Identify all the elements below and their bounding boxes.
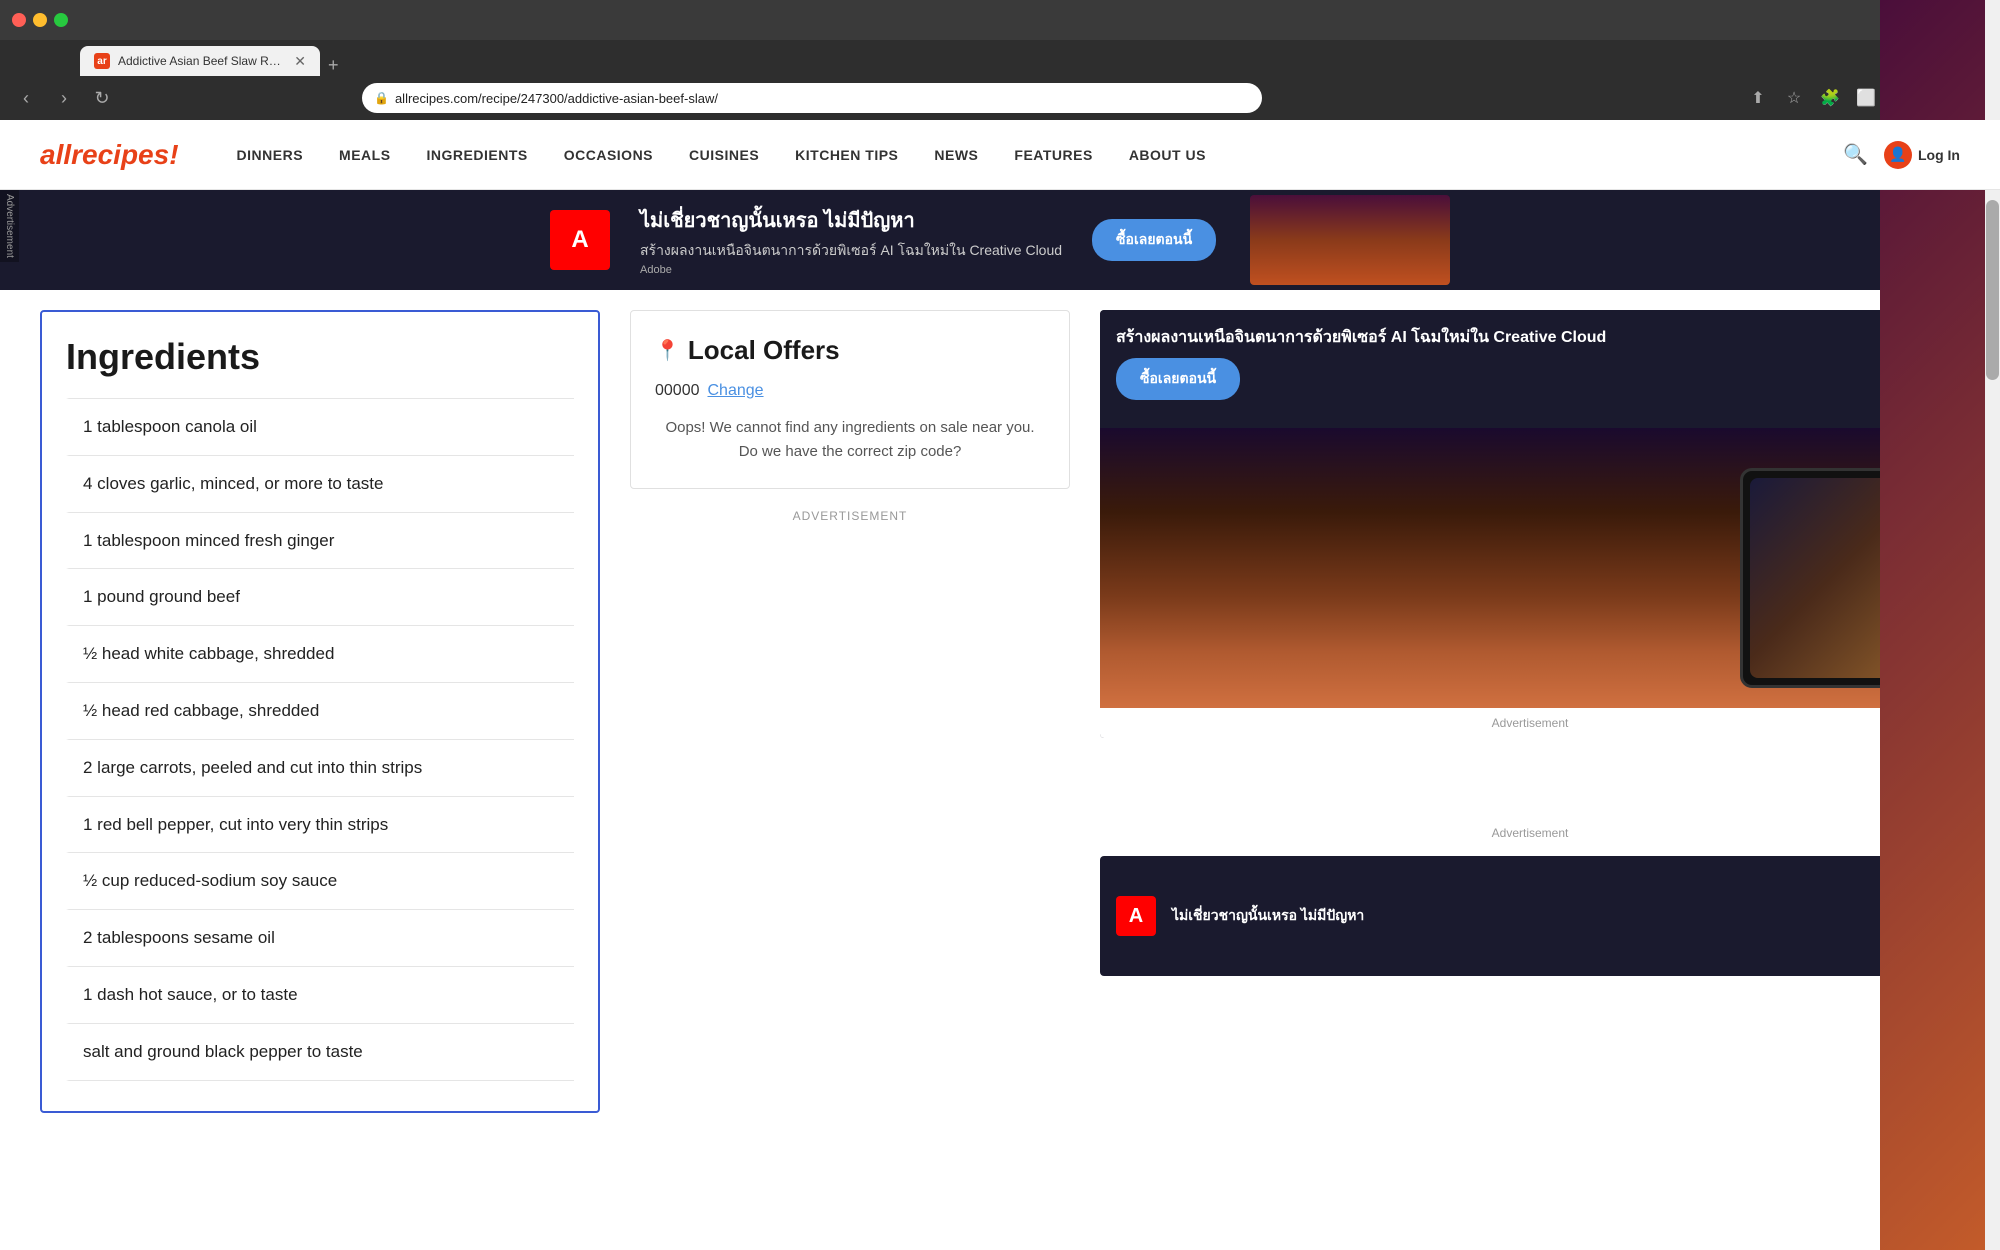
reload-button[interactable]: ↻ (88, 84, 116, 112)
right-ad2-label: Advertisement (1100, 818, 1960, 848)
right-ad-image (1100, 428, 1960, 708)
nav-news[interactable]: NEWS (916, 120, 996, 190)
login-button[interactable]: 👤 Log In (1884, 141, 1960, 169)
lock-icon: 🔒 (374, 91, 389, 105)
sidebar-button[interactable]: ⬜ (1852, 84, 1880, 112)
address-input[interactable]: 🔒 allrecipes.com/recipe/247300/addictive… (362, 83, 1262, 113)
nav-kitchen-tips[interactable]: KITCHEN TIPS (777, 120, 916, 190)
no-offers-text: Oops! We cannot find any ingredients on … (655, 416, 1045, 464)
scroll-thumb[interactable] (1986, 200, 1999, 380)
local-offers-title: Local Offers (688, 335, 840, 366)
right-ad2-image (1880, 856, 1960, 976)
active-tab[interactable]: ar Addictive Asian Beef Slaw Rec... ✕ (80, 46, 320, 76)
list-item: 2 large carrots, peeled and cut into thi… (66, 740, 574, 797)
nav-about-us[interactable]: ABOUT US (1111, 120, 1224, 190)
tab-title: Addictive Asian Beef Slaw Rec... (118, 54, 286, 68)
minimize-button[interactable] (33, 13, 47, 27)
header-actions: 🔍 👤 Log In (1843, 141, 1960, 169)
list-item: 2 tablespoons sesame oil (66, 910, 574, 967)
list-item: 1 tablespoon minced fresh ginger (66, 513, 574, 570)
tab-close-button[interactable]: ✕ (294, 53, 306, 70)
ad-text-main: ไม่เชี่ยวชาญนั้นเหรอ ไม่มีปัญหา (640, 204, 1062, 236)
list-item: salt and ground black pepper to taste (66, 1024, 574, 1081)
address-bar: ‹ › ↻ 🔒 allrecipes.com/recipe/247300/add… (0, 76, 2000, 120)
ad-portrait (1250, 195, 1450, 285)
ingredients-title: Ingredients (66, 336, 574, 378)
list-item: 1 red bell pepper, cut into very thin st… (66, 797, 574, 854)
right-ad2-logo: A (1116, 896, 1156, 936)
zip-change-link[interactable]: Change (708, 382, 764, 400)
ad-brand: Adobe (640, 264, 1062, 276)
ad-content: A ไม่เชี่ยวชาญนั้นเหรอ ไม่มีปัญหา สร้างผ… (550, 204, 1250, 276)
site-wrapper: allrecipes! DINNERS MEALS INGREDIENTS OC… (0, 120, 2000, 1133)
ad-image (1250, 195, 1450, 285)
right-ad-text: สร้างผลงานเหนือจินตนาการด้วยพิเซอร์ AI โ… (1116, 326, 1944, 350)
share-button[interactable]: ⬆ (1744, 84, 1772, 112)
list-item: 1 tablespoon canola oil (66, 398, 574, 456)
local-offers-box: 📍 Local Offers 00000 Change Oops! We can… (630, 310, 1070, 489)
ad-banner[interactable]: Advertisement A ไม่เชี่ยวชาญนั้นเหรอ ไม่… (0, 190, 2000, 290)
list-item: 4 cloves garlic, minced, or more to tast… (66, 456, 574, 513)
ad-cta-button[interactable]: ซื้อเลยตอนนี้ (1092, 219, 1216, 261)
maximize-button[interactable] (54, 13, 68, 27)
ingredient-list: 1 tablespoon canola oil 4 cloves garlic,… (66, 398, 574, 1081)
browser-chrome: ar Addictive Asian Beef Slaw Rec... ✕ + … (0, 0, 2000, 120)
nav-cuisines[interactable]: CUISINES (671, 120, 777, 190)
nav-ingredients[interactable]: INGREDIENTS (409, 120, 546, 190)
browser-titlebar (0, 0, 2000, 40)
nav-dinners[interactable]: DINNERS (219, 120, 322, 190)
zip-row: 00000 Change (655, 382, 1045, 400)
new-tab-button[interactable]: + (328, 55, 339, 76)
adobe-logo: A (550, 210, 610, 270)
site-logo[interactable]: allrecipes! (40, 139, 179, 171)
right-ad2-banner[interactable]: A ไม่เชี่ยวชาญนั้นเหรอ ไม่มีปัญหา (1100, 856, 1960, 976)
ingredients-section: Ingredients 1 tablespoon canola oil 4 cl… (40, 310, 600, 1113)
site-header: allrecipes! DINNERS MEALS INGREDIENTS OC… (0, 120, 2000, 190)
login-label: Log In (1918, 147, 1960, 163)
middle-column: 📍 Local Offers 00000 Change Oops! We can… (630, 310, 1070, 1113)
ad-label-left: Advertisement (0, 190, 19, 262)
extensions-button[interactable]: 🧩 (1816, 84, 1844, 112)
list-item: ½ cup reduced-sodium soy sauce (66, 853, 574, 910)
nav-features[interactable]: FEATURES (996, 120, 1110, 190)
right-ad2-content: A ไม่เชี่ยวชาญนั้นเหรอ ไม่มีปัญหา (1116, 896, 1944, 936)
address-text: allrecipes.com/recipe/247300/addictive-a… (395, 91, 1250, 106)
right-ad[interactable]: สร้างผลงานเหนือจินตนาการด้วยพิเซอร์ AI โ… (1100, 310, 1960, 738)
list-item: 1 pound ground beef (66, 569, 574, 626)
traffic-lights (12, 13, 68, 27)
main-content: Ingredients 1 tablespoon canola oil 4 cl… (0, 290, 2000, 1133)
ad-bottom-label: Advertisement (1100, 708, 1960, 738)
login-icon: 👤 (1884, 141, 1912, 169)
list-item: ½ head white cabbage, shredded (66, 626, 574, 683)
ad-text-sub: สร้างผลงานเหนือจินตนาการด้วยพิเซอร์ AI โ… (640, 240, 1062, 262)
right-ad-cta-button[interactable]: ซื้อเลยตอนนี้ (1116, 358, 1240, 400)
main-nav: DINNERS MEALS INGREDIENTS OCCASIONS CUIS… (219, 120, 1844, 190)
ad-text: ไม่เชี่ยวชาญนั้นเหรอ ไม่มีปัญหา สร้างผลง… (640, 204, 1062, 276)
nav-occasions[interactable]: OCCASIONS (546, 120, 671, 190)
tab-bar: ar Addictive Asian Beef Slaw Rec... ✕ + (0, 40, 2000, 76)
nav-meals[interactable]: MEALS (321, 120, 409, 190)
list-item: 1 dash hot sauce, or to taste (66, 967, 574, 1024)
left-column: Ingredients 1 tablespoon canola oil 4 cl… (40, 310, 600, 1113)
list-item: ½ head red cabbage, shredded (66, 683, 574, 740)
bookmark-button[interactable]: ☆ (1780, 84, 1808, 112)
back-button[interactable]: ‹ (12, 84, 40, 112)
advertisement-label: ADVERTISEMENT (630, 509, 1070, 523)
close-button[interactable] (12, 13, 26, 27)
forward-button[interactable]: › (50, 84, 78, 112)
right-ad2: Advertisement A ไม่เชี่ยวชาญนั้นเหรอ ไม่… (1100, 818, 1960, 976)
right-ad2-text: ไม่เชี่ยวชาญนั้นเหรอ ไม่มีปัญหา (1172, 905, 1364, 927)
right-column: สร้างผลงานเหนือจินตนาการด้วยพิเซอร์ AI โ… (1100, 310, 1960, 1113)
tab-favicon: ar (94, 53, 110, 69)
location-icon: 📍 (655, 338, 680, 363)
zip-code: 00000 (655, 382, 700, 400)
search-button[interactable]: 🔍 (1843, 142, 1868, 167)
local-offers-header: 📍 Local Offers (655, 335, 1045, 366)
